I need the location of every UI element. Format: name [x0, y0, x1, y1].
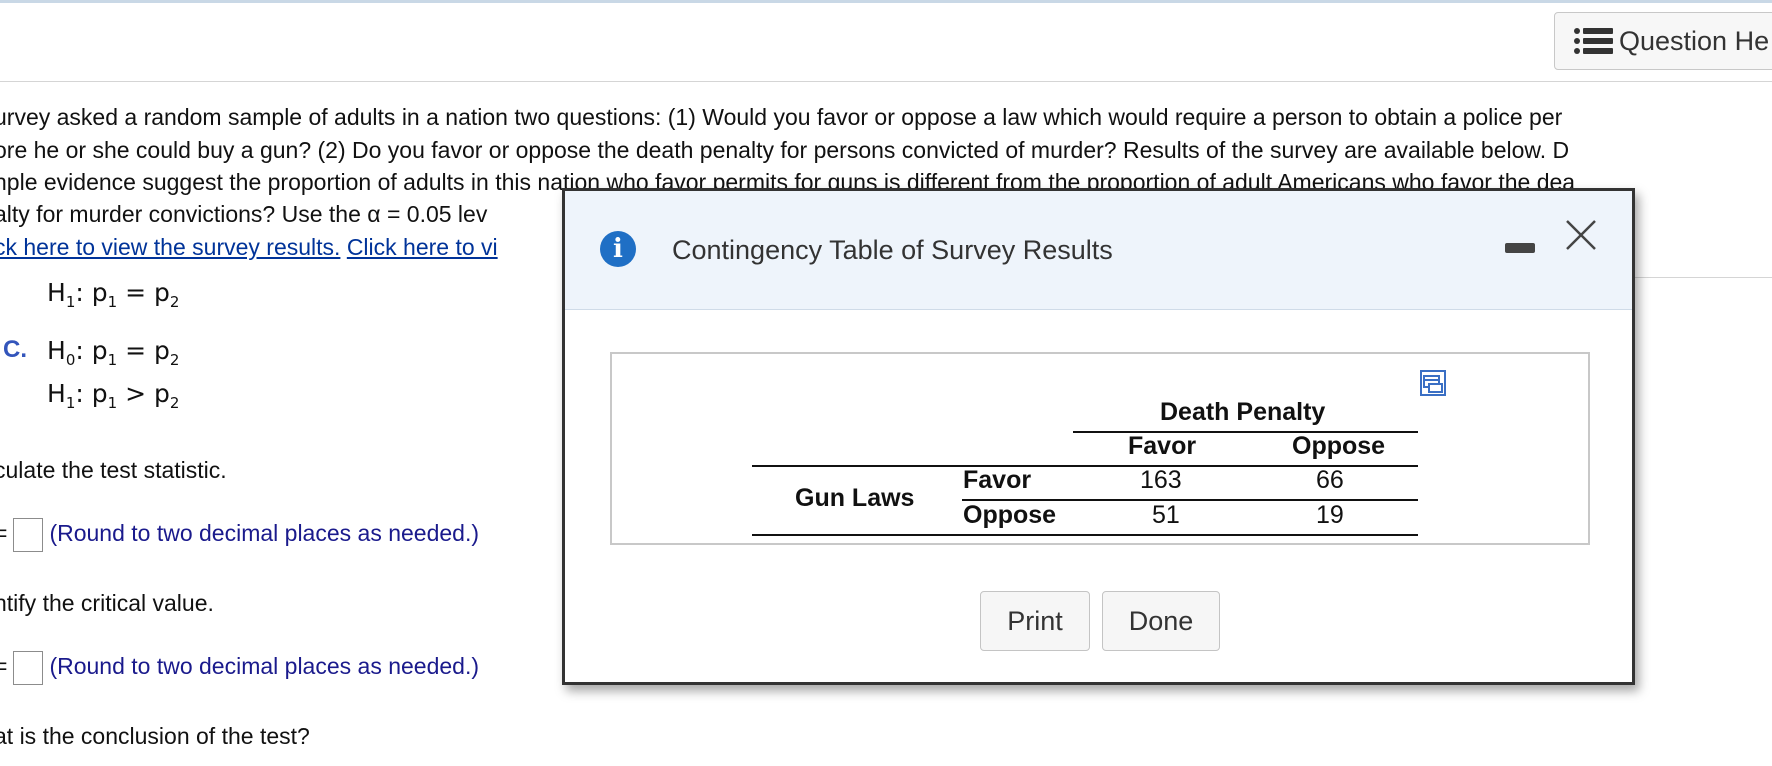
dialog-header: i Contingency Table of Survey Results	[565, 191, 1632, 310]
critical-value-row: = (Round to two decimal places as needed.…	[0, 651, 479, 685]
table-cell: 163	[1140, 466, 1182, 494]
contingency-table: Death Penalty Favor Oppose Gun Laws Favo…	[610, 352, 1590, 545]
problem-line-4: alty for murder convictions? Use the α =…	[0, 201, 488, 227]
print-button[interactable]: Print	[980, 591, 1090, 651]
critical-value-prompt: ntify the critical value.	[0, 590, 214, 616]
column-group-header: Death Penalty	[1160, 398, 1326, 426]
problem-line-1: urvey asked a random sample of adults in…	[0, 104, 1563, 130]
table-rule	[752, 534, 1418, 536]
option-c-label[interactable]: C.	[3, 336, 27, 364]
table-cell: 19	[1316, 501, 1344, 529]
dialog-title: Contingency Table of Survey Results	[672, 235, 1113, 265]
other-data-link[interactable]: Click here to vi	[347, 234, 498, 260]
survey-results-link[interactable]: ck here to view the survey results.	[0, 234, 340, 260]
table-cell: 66	[1316, 466, 1344, 494]
done-button[interactable]: Done	[1102, 591, 1220, 651]
close-icon[interactable]	[1561, 215, 1601, 255]
option-b-h1: H1: p1 = p2	[47, 278, 180, 311]
problem-links: ck here to view the survey results. Clic…	[0, 234, 498, 261]
test-statistic-row: = (Round to two decimal places as needed.…	[0, 518, 479, 552]
column-header-oppose: Oppose	[1292, 432, 1386, 460]
row-header-oppose: Oppose	[963, 501, 1057, 529]
conclusion-prompt: at is the conclusion of the test?	[0, 723, 310, 749]
header-divider	[0, 81, 1772, 82]
table-cell: 51	[1152, 501, 1180, 529]
question-help-label: Question He	[1619, 25, 1770, 56]
row-group-header: Gun Laws	[795, 484, 915, 512]
top-border	[0, 0, 1772, 3]
round-hint: (Round to two decimal places as needed.)	[49, 520, 480, 547]
test-statistic-prompt: culate the test statistic.	[0, 457, 227, 483]
contingency-table-dialog: i Contingency Table of Survey Results De…	[562, 188, 1635, 685]
info-icon: i	[600, 231, 636, 267]
option-c-h0: H0: p1 = p2	[47, 336, 180, 369]
critical-value-input[interactable]	[13, 651, 44, 685]
round-hint: (Round to two decimal places as needed.)	[49, 653, 480, 680]
list-icon	[1574, 28, 1613, 54]
popout-icon[interactable]	[1420, 370, 1446, 396]
test-statistic-input[interactable]	[13, 518, 44, 552]
question-help-button[interactable]: Question He	[1554, 12, 1772, 70]
row-header-favor: Favor	[963, 466, 1032, 494]
column-header-favor: Favor	[1128, 432, 1197, 460]
option-c-h1: H1: p1 > p2	[47, 379, 180, 412]
problem-line-2: ore he or she could buy a gun? (2) Do yo…	[0, 137, 1570, 163]
minimize-button[interactable]	[1505, 243, 1535, 253]
